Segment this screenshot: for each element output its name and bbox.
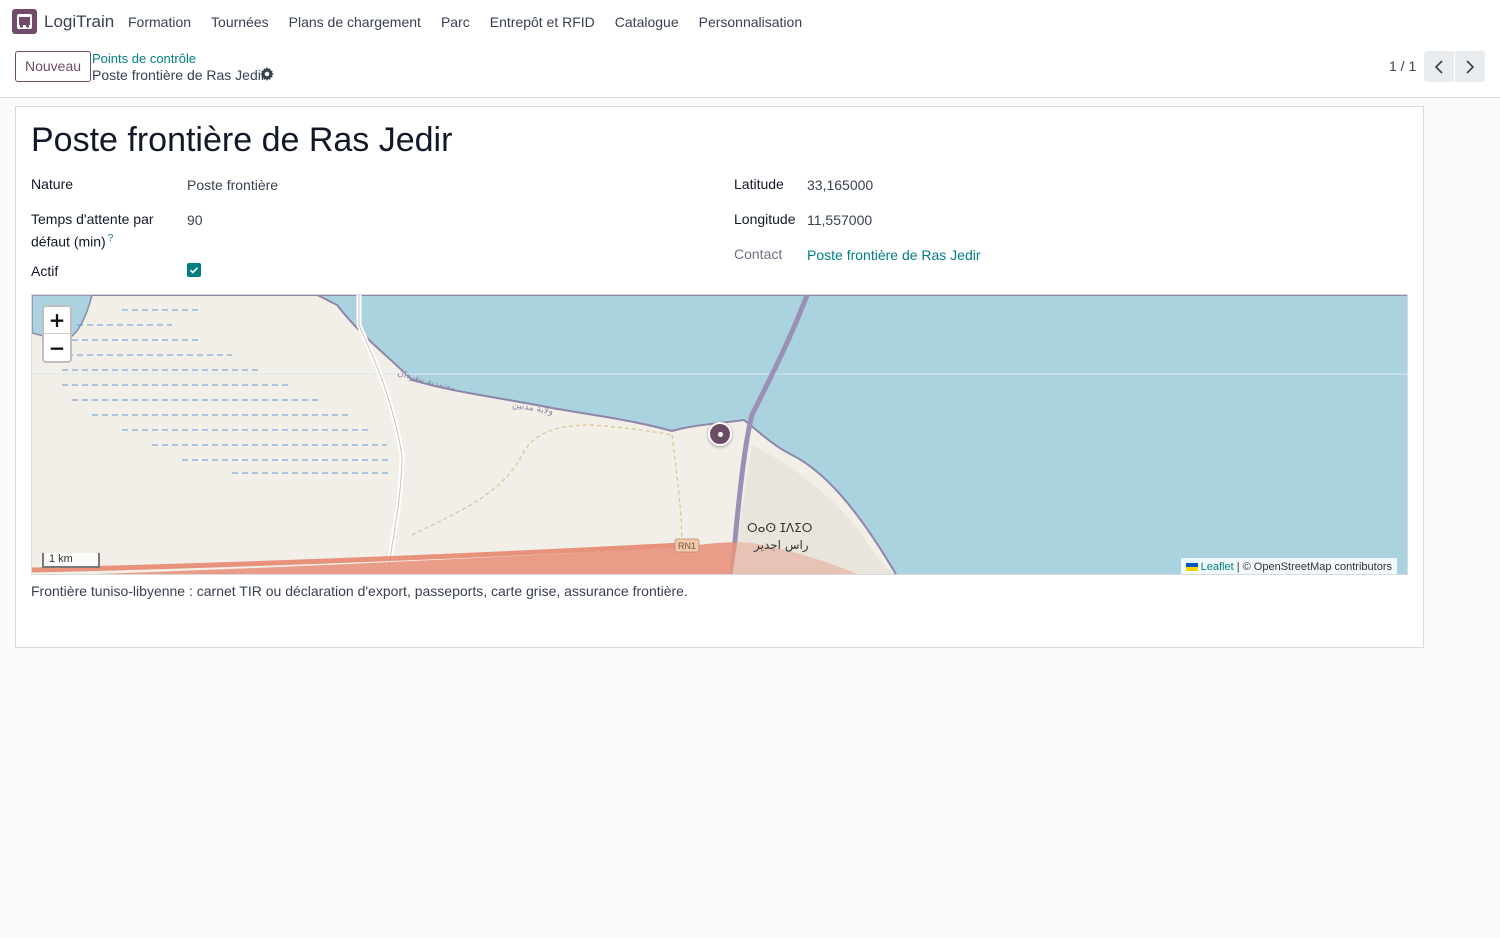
ukraine-flag-icon — [1185, 562, 1198, 571]
breadcrumb-current: Poste frontière de Ras Jedir — [92, 67, 266, 83]
menu-item-formation[interactable]: Formation — [118, 14, 201, 30]
osm-attribution: | © OpenStreetMap contributors — [1236, 560, 1392, 573]
map-location-marker[interactable] — [708, 422, 732, 446]
latitude-label: Latitude — [734, 176, 784, 192]
menu-item-personnalisation[interactable]: Personnalisation — [689, 14, 813, 30]
map-road-label: RN1 — [678, 541, 696, 551]
zoom-in-button[interactable]: + — [44, 307, 70, 334]
marker-dot — [717, 431, 723, 437]
help-icon[interactable]: ? — [108, 233, 114, 244]
pager-next-button[interactable] — [1455, 51, 1485, 82]
top-navbar: LogiTrain Formation Tournées Plans de ch… — [0, 0, 1500, 44]
active-label: Actif — [31, 263, 59, 279]
truck-app-icon[interactable] — [12, 9, 37, 34]
pager-value[interactable]: 1 / 1 — [1389, 58, 1416, 74]
control-panel: Nouveau Points de contrôle Poste frontiè… — [0, 44, 1500, 98]
zoom-out-button[interactable]: − — [44, 334, 70, 361]
gear-icon[interactable] — [260, 67, 274, 81]
app-name[interactable]: LogiTrain — [44, 12, 114, 32]
main-menu: Formation Tournées Plans de chargement P… — [118, 0, 812, 44]
map-zoom-control: + − — [42, 305, 72, 363]
longitude-label: Longitude — [734, 211, 796, 227]
breadcrumb-parent-link[interactable]: Points de contrôle — [92, 51, 196, 66]
wait-time-label: Temps d'attente par défaut (min)? — [31, 210, 154, 252]
map-place-label-tifinagh: ⵔⴰⵙ ⵊⴷⵉⵔ — [747, 521, 812, 535]
map-scale: 1 km — [42, 553, 100, 568]
contact-label: Contact — [734, 246, 783, 262]
active-checkbox[interactable] — [187, 263, 201, 277]
location-map[interactable]: RN1 ⵔⴰⵙ ⵊⴷⵉⵔ راس اجدير معتمدية بنقردان و… — [31, 294, 1408, 575]
menu-item-tournees[interactable]: Tournées — [201, 14, 279, 30]
form-sheet: Poste frontière de Ras Jedir Nature Post… — [15, 106, 1424, 648]
wait-time-label-line1: Temps d'attente par — [31, 211, 154, 227]
chevron-left-icon — [1434, 59, 1443, 74]
check-icon — [189, 267, 199, 274]
wait-time-label-line2: défaut (min) — [31, 233, 106, 250]
pager-previous-button[interactable] — [1424, 51, 1454, 82]
nature-label: Nature — [31, 176, 74, 192]
nature-field[interactable]: Poste frontière — [187, 177, 278, 193]
map-attribution: Leaflet | © OpenStreetMap contributors — [1180, 558, 1397, 574]
latitude-field[interactable]: 33,165000 — [807, 177, 873, 193]
menu-item-catalogue[interactable]: Catalogue — [605, 14, 689, 30]
leaflet-link[interactable]: Leaflet — [1201, 561, 1234, 573]
longitude-field[interactable]: 11,557000 — [807, 212, 872, 228]
map-place-label-arabic: راس اجدير — [753, 538, 809, 553]
menu-item-entrepot-rfid[interactable]: Entrepôt et RFID — [480, 14, 605, 30]
contact-link[interactable]: Poste frontière de Ras Jedir — [807, 247, 981, 263]
new-button[interactable]: Nouveau — [15, 51, 92, 82]
wait-time-field[interactable]: 90 — [187, 212, 203, 228]
menu-item-plans-de-chargement[interactable]: Plans de chargement — [279, 14, 431, 30]
record-description[interactable]: Frontière tuniso-libyenne : carnet TIR o… — [31, 583, 688, 599]
menu-item-parc[interactable]: Parc — [431, 14, 480, 30]
chevron-right-icon — [1466, 59, 1475, 74]
record-title[interactable]: Poste frontière de Ras Jedir — [31, 121, 452, 160]
